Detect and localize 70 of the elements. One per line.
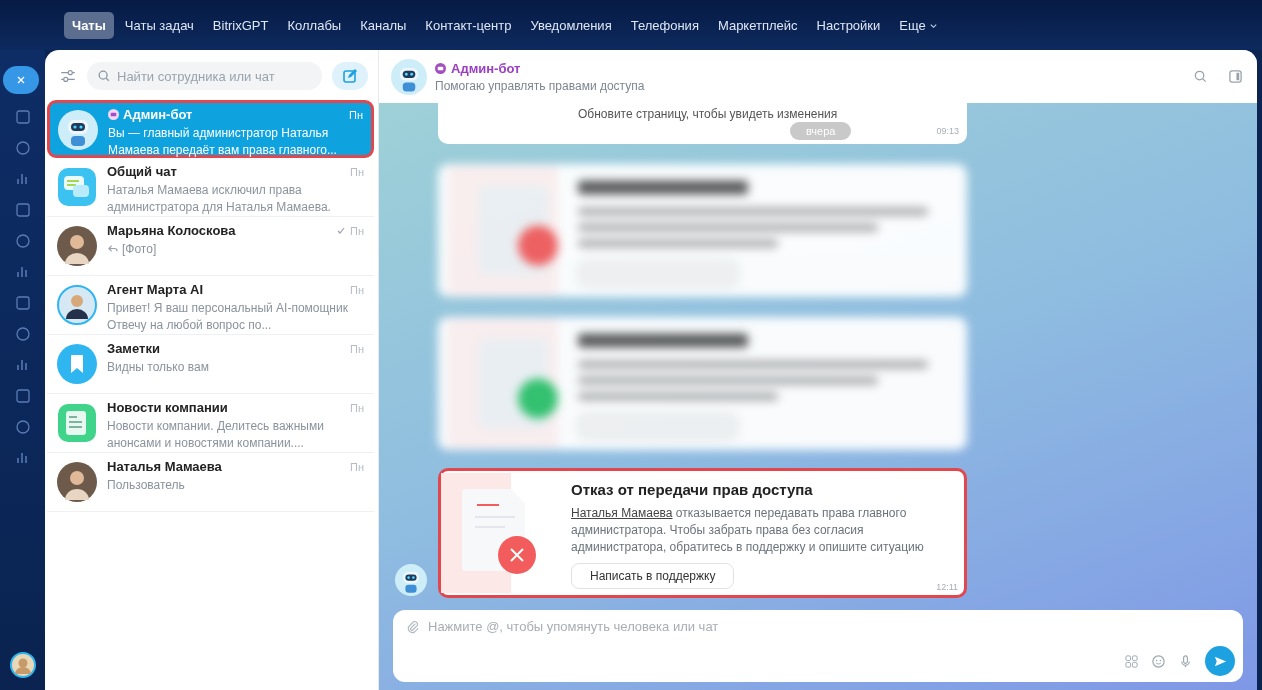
send-button[interactable]	[1205, 646, 1235, 676]
chat-name: Новости компании	[107, 400, 229, 415]
chat-time: Пн	[350, 342, 364, 355]
message-title: Отказ от передачи прав доступа	[571, 481, 814, 498]
chat-time: Пн	[349, 108, 363, 121]
chat-name: Общий чат	[107, 164, 178, 179]
close-button[interactable]	[2, 66, 39, 94]
search-icon[interactable]	[1193, 69, 1208, 84]
emoji-icon[interactable]	[1151, 653, 1166, 669]
robot-avatar	[58, 110, 98, 150]
chat-time: Пн	[350, 165, 364, 178]
chat-preview: Наталья Мамаева исключил права администратора для Наталья Мамаева.	[107, 182, 332, 216]
chat-time: Пн	[350, 224, 364, 237]
chat-subtitle: Помогаю управлять правами доступа	[435, 78, 646, 93]
chat-time: Пн	[350, 401, 364, 414]
chat-preview: Видны только вам	[107, 359, 209, 376]
person-avatar	[57, 462, 97, 502]
user-link[interactable]: Наталья Мамаева	[571, 506, 673, 520]
chat-item[interactable]: Марьяна Колоскова Пн [Фото]	[47, 217, 374, 276]
chat-name: Наталья Мамаева	[107, 459, 223, 474]
person-avatar	[57, 226, 97, 266]
nav-tab[interactable]: Чаты задач	[116, 11, 202, 39]
nav-tab[interactable]: Маркетплейс	[709, 11, 806, 39]
person-avatar	[57, 285, 97, 325]
message-time: 12:11	[936, 582, 958, 592]
chat-title[interactable]: Админ-бот	[451, 60, 521, 76]
support-button[interactable]: Написать в поддержку	[571, 563, 735, 589]
chat-time: Пн	[350, 460, 364, 473]
chat-preview: Новости компании. Делитесь важными анонсами и новостями компании....	[107, 418, 325, 452]
close-icon	[15, 75, 26, 85]
chat-name: Агент Марта AI	[107, 282, 205, 297]
chat-preview: Вы — главный администратор Наталья Мамаева передаёт вам права главного...	[108, 125, 338, 159]
chat-name: Марьяна Колоскова	[107, 223, 237, 238]
nav-tab[interactable]: Чаты	[64, 11, 114, 39]
paperclip-icon[interactable]	[405, 619, 420, 634]
user-avatar[interactable]	[9, 652, 36, 678]
edit-icon	[342, 68, 358, 84]
robot-avatar[interactable]	[395, 564, 427, 596]
bookmark-avatar	[57, 344, 97, 384]
nav-tab[interactable]: Телефония	[622, 11, 707, 39]
nav-tab[interactable]: Коллабы	[279, 11, 350, 39]
chat-bubbles-avatar	[57, 167, 97, 207]
chat-item[interactable]: Общий чат Пн Наталья Мамаева исключил права администратора для Наталья Мамаева.	[47, 158, 374, 217]
chat-item[interactable]: Заметки Пн Видны только вам	[47, 335, 374, 394]
new-chat-button[interactable]	[332, 62, 368, 90]
nav-tab[interactable]: Контакт-центр	[417, 11, 520, 39]
chat-preview: Привет! Я ваш персональный AI-помощник Отвечу на любой вопрос по...	[107, 300, 349, 334]
chat-time: Пн	[350, 283, 364, 296]
chat-name: Заметки	[107, 341, 161, 356]
chat-name: Админ-бот	[123, 107, 194, 122]
search-icon	[97, 69, 111, 83]
message-text: Наталья Мамаева отказывается передавать права главного администратора. Чтобы забрать права без согласия администратора, обратитесь в поддержку и опишите ситуацию	[571, 505, 925, 556]
message-time: 09:13	[936, 126, 959, 136]
robot-avatar[interactable]	[391, 58, 427, 95]
chat-item[interactable]: Новости компании Пн Новости компании. Делитесь важными анонсами и новостями компании....	[47, 394, 374, 453]
nav-tab[interactable]: Уведомления	[522, 11, 620, 39]
nav-tab[interactable]: Еще	[891, 11, 946, 39]
nav-tab[interactable]: Каналы	[352, 11, 415, 39]
chat-preview: Пользователь	[107, 477, 185, 494]
nav-tab[interactable]: BitrixGPT	[204, 11, 277, 39]
search-field[interactable]: Найти сотрудника или чат	[87, 62, 322, 90]
message-text: Обновите страницу, чтобы увидеть изменения	[578, 107, 838, 121]
chat-item[interactable]: Агент Марта AI Пн Привет! Я ваш персональный AI-помощник Отвечу на любой вопрос по...	[47, 276, 374, 335]
sidebar-toggle-icon[interactable]	[1228, 69, 1243, 84]
nav-tab[interactable]: Настройки	[808, 11, 889, 39]
newspaper-avatar	[57, 403, 97, 443]
apps-icon[interactable]	[1124, 653, 1139, 669]
chat-preview: [Фото]	[122, 241, 157, 258]
microphone-icon[interactable]	[1178, 653, 1193, 669]
chat-item[interactable]: Наталья Мамаева Пн Пользователь	[47, 453, 374, 512]
